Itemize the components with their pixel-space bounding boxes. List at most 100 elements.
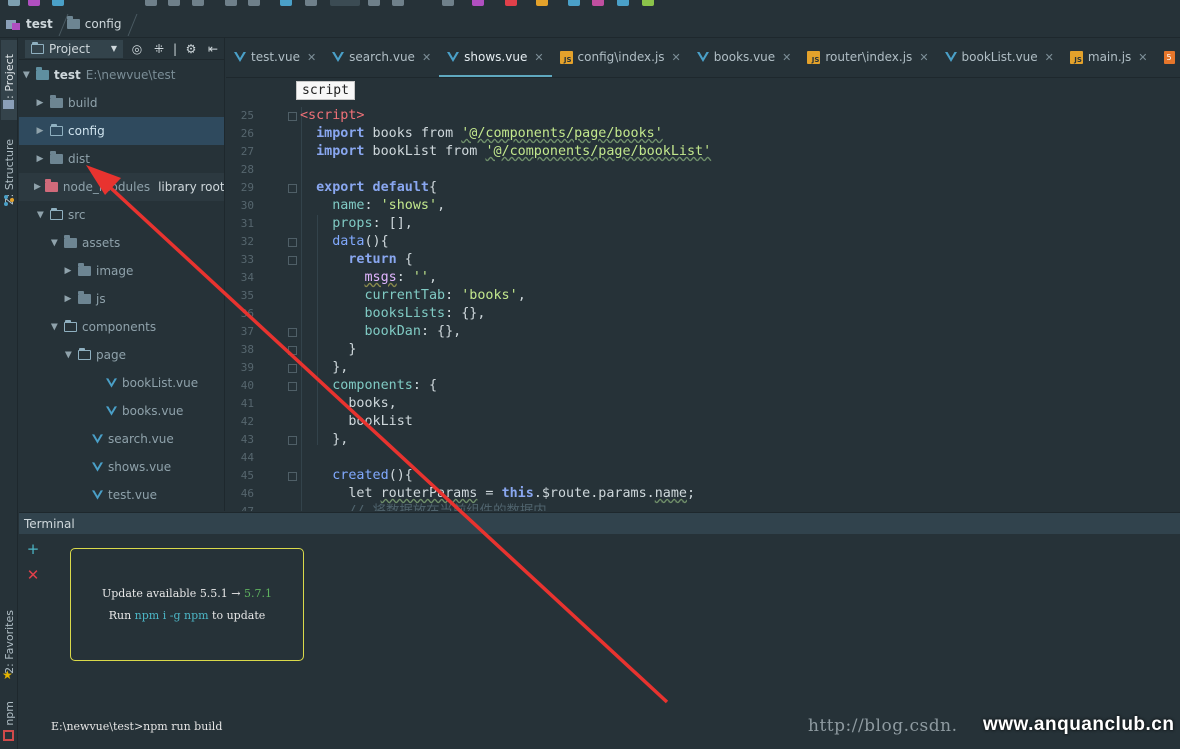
- tab-label: search.vue: [349, 50, 415, 64]
- run-command: npm i -g npm: [134, 609, 209, 622]
- close-tab-icon[interactable]: ✕: [1138, 51, 1147, 64]
- editor-tab[interactable]: shows.vue ✕: [439, 38, 552, 77]
- close-tab-icon[interactable]: ✕: [1045, 51, 1054, 64]
- code-token: msgs: [364, 270, 397, 285]
- fold-marker-icon[interactable]: [288, 382, 297, 391]
- plugin-icon[interactable]: [642, 0, 654, 6]
- editor-tab[interactable]: test.vue ✕: [226, 38, 324, 77]
- fold-marker-icon[interactable]: [288, 238, 297, 247]
- editor-tab[interactable]: JS config\index.js ✕: [552, 38, 689, 77]
- tree-folder-item[interactable]: ▶ assets: [19, 229, 224, 257]
- breadcrumb: test config: [0, 10, 1180, 38]
- copy-icon[interactable]: [168, 0, 180, 6]
- editor-tab[interactable]: 5index.htm: [1156, 38, 1180, 77]
- terminal-header[interactable]: Terminal: [19, 512, 1180, 534]
- close-tab-icon[interactable]: ✕: [422, 51, 431, 64]
- code-token: }: [300, 342, 357, 357]
- fold-marker-icon[interactable]: [288, 328, 297, 337]
- fold-marker-icon[interactable]: [288, 256, 297, 265]
- vcs-icon[interactable]: [568, 0, 580, 6]
- tree-file-item[interactable]: shows.vue: [19, 453, 224, 481]
- find-icon[interactable]: [225, 0, 237, 6]
- chevron-right-icon[interactable]: ▶: [34, 98, 46, 108]
- breadcrumb-item-config[interactable]: config: [66, 15, 136, 31]
- tree-folder-item[interactable]: ▶ node_modules library root: [19, 173, 224, 201]
- run-config-dropdown-icon[interactable]: [330, 0, 360, 6]
- fold-marker-icon[interactable]: [288, 184, 297, 193]
- tree-folder-item[interactable]: ▶ page: [19, 341, 224, 369]
- tree-file-item[interactable]: test.vue: [19, 481, 224, 509]
- tree-file-item[interactable]: books.vue: [19, 397, 224, 425]
- editor-tab[interactable]: JS main.js ✕: [1062, 38, 1156, 77]
- debug-icon[interactable]: [392, 0, 404, 6]
- close-tab-icon[interactable]: ✕: [782, 51, 791, 64]
- tree-folder-item[interactable]: ▶ components: [19, 313, 224, 341]
- chevron-right-icon[interactable]: ▶: [62, 294, 74, 304]
- code-editor[interactable]: script 25 26 27 28 29 30 31 32 33 34 35 36 37 38 39 40 4…: [226, 79, 1180, 511]
- stop-icon[interactable]: [442, 0, 454, 6]
- tree-file-item[interactable]: search.vue: [19, 425, 224, 453]
- chevron-down-icon[interactable]: ▶: [35, 209, 45, 221]
- project-view-selector[interactable]: Project ▼: [25, 39, 123, 58]
- save-icon[interactable]: [28, 0, 40, 6]
- tree-folder-item[interactable]: ▶ src: [19, 201, 224, 229]
- breadcrumb-item-project[interactable]: test: [6, 17, 67, 31]
- tree-folder-item[interactable]: ▶ build: [19, 89, 224, 117]
- code-content[interactable]: <script> import books from '@/components…: [300, 107, 1180, 511]
- flag-icon[interactable]: [592, 0, 604, 6]
- tab-npm-tool-window[interactable]: npm: [1, 694, 17, 732]
- tree-folder-item[interactable]: ▶ config: [19, 117, 224, 145]
- code-token: '': [412, 270, 429, 285]
- new-session-plus-icon[interactable]: +: [26, 542, 40, 557]
- scroll-from-source-icon[interactable]: ◎: [129, 41, 145, 57]
- code-token: },: [300, 360, 349, 375]
- forward-icon[interactable]: [305, 0, 317, 6]
- replace-icon[interactable]: [248, 0, 260, 6]
- tree-folder-item[interactable]: ▶ test E:\newvue\test: [19, 61, 224, 89]
- editor-tab[interactable]: search.vue ✕: [324, 38, 439, 77]
- chevron-right-icon[interactable]: ▶: [34, 182, 41, 192]
- fold-marker-icon[interactable]: [288, 346, 297, 355]
- settings-icon[interactable]: [472, 0, 484, 6]
- back-icon[interactable]: [280, 0, 292, 6]
- close-tab-icon[interactable]: ✕: [534, 51, 543, 64]
- chevron-right-icon[interactable]: ▶: [34, 126, 46, 136]
- close-tab-icon[interactable]: ✕: [919, 51, 928, 64]
- close-tab-icon[interactable]: ✕: [672, 51, 681, 64]
- line-number: 34: [240, 271, 254, 284]
- close-tab-icon[interactable]: ✕: [307, 51, 316, 64]
- power-icon[interactable]: [505, 0, 517, 6]
- code-token: from: [420, 126, 454, 141]
- tree-folder-item[interactable]: ▶ image: [19, 257, 224, 285]
- editor-tab[interactable]: books.vue ✕: [689, 38, 800, 77]
- hide-panel-icon[interactable]: ⇤: [205, 41, 221, 57]
- chevron-down-icon[interactable]: ▶: [21, 69, 31, 81]
- fold-marker-icon[interactable]: [288, 112, 297, 121]
- cut-icon[interactable]: [145, 0, 157, 6]
- database-icon[interactable]: [617, 0, 629, 6]
- open-folder-icon[interactable]: [8, 0, 20, 6]
- fold-marker-icon[interactable]: [288, 436, 297, 445]
- close-session-x-icon[interactable]: ✕: [26, 568, 40, 583]
- chevron-right-icon[interactable]: ▶: [34, 154, 46, 164]
- editor-tab[interactable]: bookList.vue ✕: [937, 38, 1062, 77]
- collapse-all-icon[interactable]: ⁜: [151, 41, 167, 57]
- chevron-down-icon[interactable]: ▶: [63, 349, 73, 361]
- fold-marker-icon[interactable]: [288, 364, 297, 373]
- tree-folder-item[interactable]: ▶ js: [19, 285, 224, 313]
- gear-icon[interactable]: [536, 0, 548, 6]
- tree-folder-item[interactable]: ▶ dist: [19, 145, 224, 173]
- chevron-down-icon[interactable]: ▶: [49, 237, 59, 249]
- update-instruction-line: Run npm i -g npm to update: [71, 609, 303, 622]
- sync-icon[interactable]: [52, 0, 64, 6]
- editor-tab[interactable]: JS router\index.js ✕: [799, 38, 936, 77]
- run-icon[interactable]: [368, 0, 380, 6]
- tree-file-item[interactable]: bookList.vue: [19, 369, 224, 397]
- settings-gear-icon[interactable]: ⚙: [183, 41, 199, 57]
- fold-marker-icon[interactable]: [288, 472, 297, 481]
- paste-icon[interactable]: [192, 0, 204, 6]
- chevron-down-icon[interactable]: ▶: [49, 321, 59, 333]
- code-line: }: [300, 341, 1180, 359]
- code-line: bookDan: {},: [300, 323, 1180, 341]
- chevron-right-icon[interactable]: ▶: [62, 266, 74, 276]
